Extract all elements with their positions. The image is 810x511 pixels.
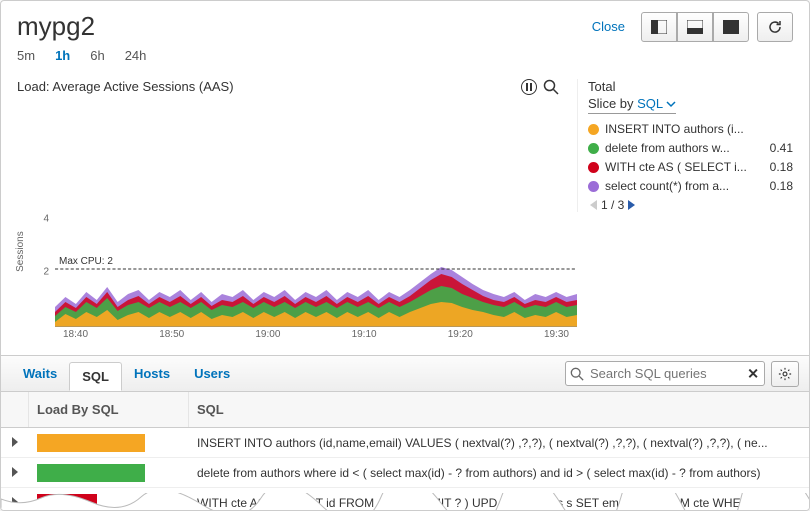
layout-full-button[interactable]: [713, 12, 749, 42]
time-range-tabs: 5m 1h 6h 24h: [1, 48, 809, 73]
legend-color-dot: [588, 162, 599, 173]
pager-prev-icon[interactable]: [590, 200, 597, 210]
load-bar-cell: [29, 460, 189, 486]
y-tick: 2: [43, 266, 49, 277]
legend-item-label: select count(*) from a...: [605, 179, 764, 193]
time-tab-6h[interactable]: 6h: [90, 48, 104, 63]
legend-panel: Total Slice by SQL INSERT INTO authors (…: [577, 79, 793, 212]
load-bar-cell: [29, 430, 189, 456]
refresh-button[interactable]: [757, 12, 793, 42]
col-sql[interactable]: SQL: [189, 392, 809, 427]
legend-color-dot: [588, 143, 599, 154]
load-bar: [37, 434, 145, 452]
legend-item[interactable]: select count(*) from a... 0.18: [588, 179, 793, 193]
zoom-icon[interactable]: [543, 79, 559, 95]
gear-icon: [778, 367, 792, 381]
legend-color-dot: [588, 181, 599, 192]
tab-users[interactable]: Users: [182, 360, 242, 387]
expand-icon: [12, 467, 18, 477]
layout-bottom-button[interactable]: [677, 12, 713, 42]
layout-button-group: [641, 12, 793, 42]
legend-item-value: 0.18: [770, 179, 793, 193]
expand-row-button[interactable]: [1, 459, 29, 486]
tab-sql[interactable]: SQL: [69, 362, 122, 391]
x-tick: 18:50: [159, 329, 184, 347]
x-tick: 19:10: [352, 329, 377, 347]
x-tick: 19:00: [255, 329, 280, 347]
y-tick: 4: [43, 213, 49, 224]
search-input[interactable]: [565, 361, 765, 386]
sql-table-header: Load By SQL SQL: [1, 392, 809, 428]
slice-by-dropdown[interactable]: Slice by SQL: [588, 96, 676, 114]
legend-color-dot: [588, 124, 599, 135]
slice-value: SQL: [637, 96, 663, 111]
legend-item-value: 0.18: [770, 160, 793, 174]
table-row: delete from authors where id < ( select …: [1, 458, 809, 488]
x-tick: 18:40: [63, 329, 88, 347]
legend-item-label: delete from authors w...: [605, 141, 764, 155]
sql-text-cell[interactable]: delete from authors where id < ( select …: [189, 460, 809, 486]
load-bar: [37, 464, 145, 482]
legend-total-label: Total: [588, 79, 793, 94]
expand-icon: [12, 437, 18, 447]
pause-icon[interactable]: [521, 79, 537, 95]
legend-item-value: 0.41: [770, 141, 793, 155]
torn-edge-decoration: [1, 493, 810, 511]
clear-search-icon[interactable]: ✕: [747, 365, 759, 382]
legend-item[interactable]: WITH cte AS ( SELECT i... 0.18: [588, 160, 793, 174]
pager-next-icon[interactable]: [628, 200, 635, 210]
time-tab-5m[interactable]: 5m: [17, 48, 35, 63]
chevron-down-icon: [666, 100, 676, 108]
close-link[interactable]: Close: [592, 19, 625, 34]
slice-label: Slice by: [588, 96, 637, 111]
legend-item-label: WITH cte AS ( SELECT i...: [605, 160, 764, 174]
x-tick: 19:30: [544, 329, 569, 347]
expand-row-button[interactable]: [1, 429, 29, 456]
legend-item-label: INSERT INTO authors (i...: [605, 122, 787, 136]
settings-button[interactable]: [771, 361, 799, 387]
page-title: mypg2: [17, 11, 592, 42]
table-row: INSERT INTO authors (id,name,email) VALU…: [1, 428, 809, 458]
load-label: Load: Average Active Sessions (AAS): [17, 79, 234, 94]
col-load-by-sql[interactable]: Load By SQL: [29, 392, 189, 427]
legend-pager: 1 / 3: [588, 198, 793, 212]
time-tab-1h[interactable]: 1h: [55, 48, 70, 63]
chart-svg: [55, 212, 577, 327]
y-axis-label: Sessions: [15, 231, 26, 272]
legend-item[interactable]: INSERT INTO authors (i...: [588, 122, 793, 136]
pager-text: 1 / 3: [601, 198, 624, 212]
layout-split-button[interactable]: [641, 12, 677, 42]
search-icon: [570, 367, 584, 381]
x-tick: 19:20: [448, 329, 473, 347]
tab-hosts[interactable]: Hosts: [122, 360, 182, 387]
legend-item[interactable]: delete from authors w... 0.41: [588, 141, 793, 155]
sessions-chart[interactable]: Sessions 4 2 Max CPU: 2 18:40 18:50 19:0…: [17, 212, 577, 347]
time-tab-24h[interactable]: 24h: [125, 48, 147, 63]
sql-text-cell[interactable]: INSERT INTO authors (id,name,email) VALU…: [189, 430, 809, 456]
tab-waits[interactable]: Waits: [11, 360, 69, 387]
